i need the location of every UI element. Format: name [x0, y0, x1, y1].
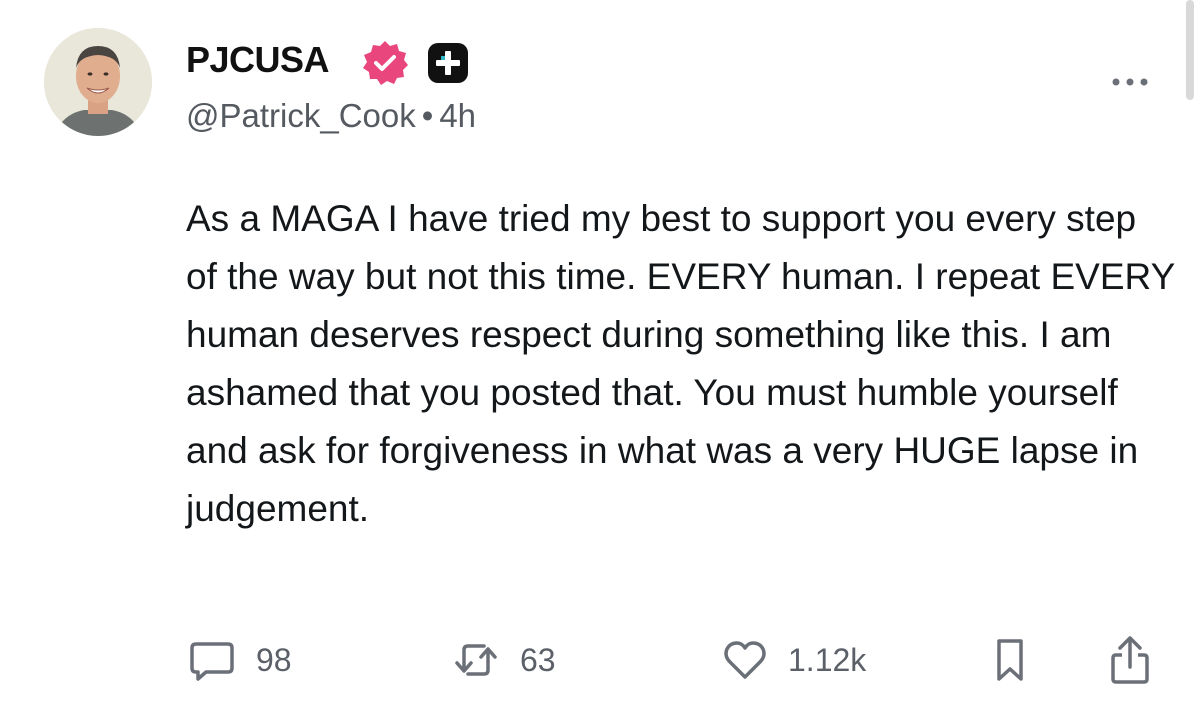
more-dots-icon[interactable] — [1110, 72, 1150, 92]
repost-button[interactable]: 63 — [452, 638, 556, 682]
post-timestamp[interactable]: 4h — [439, 97, 476, 134]
reply-button[interactable]: 98 — [188, 638, 292, 682]
comment-icon — [188, 636, 236, 684]
user-handle[interactable]: @Patrick_Cook — [186, 97, 416, 134]
bookmark-icon — [990, 636, 1030, 684]
reply-count: 98 — [256, 642, 292, 678]
display-name[interactable]: PJCUSA — [186, 38, 330, 82]
separator-dot: • — [421, 97, 434, 134]
share-icon — [1108, 635, 1152, 685]
post-card: PJCUSA @Patrick_Cook • 4h As a MAGA I have… — [0, 0, 1200, 725]
action-bar: 98 63 1.12k — [0, 630, 1200, 690]
scrollbar[interactable] — [1186, 0, 1194, 100]
post-body: As a MAGA I have tried my best to suppor… — [186, 198, 1175, 529]
share-button[interactable] — [1108, 635, 1152, 685]
verified-badge-icon — [360, 38, 410, 88]
bookmark-button[interactable] — [990, 638, 1030, 682]
handle-line: @Patrick_Cook • 4h — [186, 96, 476, 136]
heart-icon — [722, 637, 768, 683]
like-count: 1.12k — [788, 642, 867, 678]
plus-badge-icon — [426, 41, 470, 85]
avatar[interactable] — [44, 28, 152, 136]
repost-count: 63 — [520, 642, 556, 678]
repost-icon — [452, 636, 500, 684]
like-button[interactable]: 1.12k — [722, 638, 866, 682]
